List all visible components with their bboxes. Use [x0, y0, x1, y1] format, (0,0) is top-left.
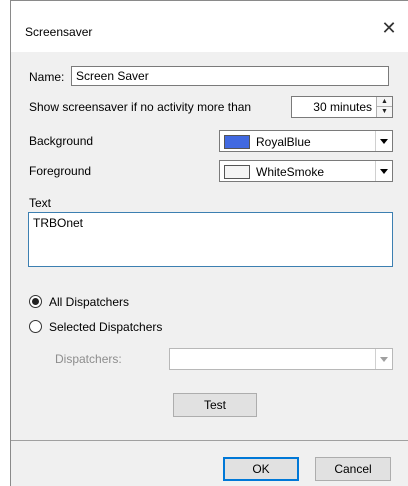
cancel-button[interactable]: Cancel [315, 457, 391, 481]
selected-dispatchers-label[interactable]: Selected Dispatchers [49, 320, 162, 334]
foreground-color-swatch [224, 165, 250, 179]
background-label: Background [29, 134, 94, 148]
chevron-down-icon[interactable] [375, 131, 392, 151]
dialog-body: Name: Screen Saver Show screensaver if n… [10, 52, 408, 486]
all-dispatchers-label[interactable]: All Dispatchers [49, 295, 129, 309]
activity-label: Show screensaver if no activity more tha… [29, 100, 252, 114]
name-input[interactable]: Screen Saver [71, 66, 389, 86]
title-bar: Screensaver ✕ [10, 0, 408, 52]
ok-button[interactable]: OK [223, 457, 299, 481]
name-label: Name: [29, 70, 65, 84]
foreground-label: Foreground [29, 164, 92, 178]
background-select-value: RoyalBlue [256, 135, 311, 149]
background-select[interactable]: RoyalBlue [219, 130, 393, 152]
chevron-down-icon[interactable] [375, 349, 392, 369]
stepper-buttons: ▲ ▼ [376, 97, 392, 117]
test-button[interactable]: Test [173, 393, 257, 417]
close-icon[interactable]: ✕ [378, 17, 400, 39]
dispatchers-select[interactable] [169, 348, 393, 370]
chevron-down-icon[interactable] [375, 161, 392, 181]
text-label: Text [29, 196, 52, 210]
activity-minutes-stepper[interactable]: 30 minutes ▲ ▼ [291, 96, 393, 118]
foreground-select-value: WhiteSmoke [256, 165, 325, 179]
name-input-value: Screen Saver [76, 69, 149, 83]
text-textarea[interactable]: TRBOnet [28, 212, 393, 267]
background-color-swatch [224, 135, 250, 149]
all-dispatchers-radio[interactable] [29, 295, 42, 308]
text-textarea-value: TRBOnet [33, 216, 84, 230]
screensaver-dialog: Screensaver ✕ Name: Screen Saver Show sc… [0, 0, 408, 486]
selected-dispatchers-radio[interactable] [29, 320, 42, 333]
dialog-footer: OK Cancel [11, 441, 408, 486]
spin-down-icon[interactable]: ▼ [377, 107, 392, 117]
dispatchers-label: Dispatchers: [55, 352, 122, 366]
spin-up-icon[interactable]: ▲ [377, 97, 392, 107]
foreground-select[interactable]: WhiteSmoke [219, 160, 393, 182]
window-title: Screensaver [25, 25, 93, 39]
activity-minutes-value: 30 minutes [313, 100, 372, 114]
